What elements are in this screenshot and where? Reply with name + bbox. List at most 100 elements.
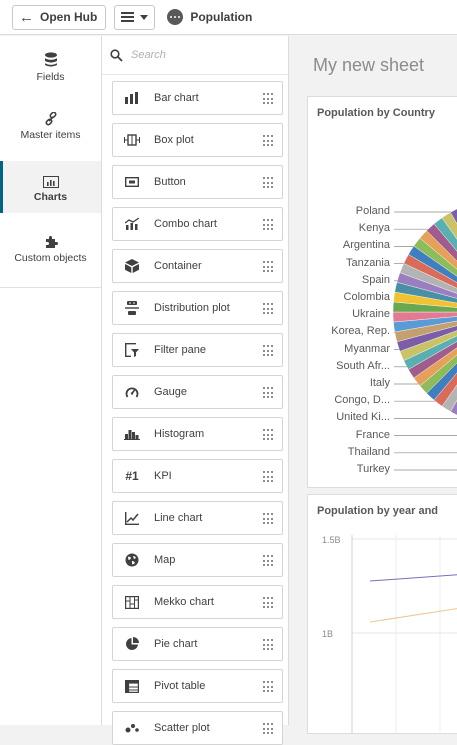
pie-chart-card[interactable]: Population by Country PolandKenyaArgenti… [307,96,457,488]
drag-handle-icon[interactable] [263,555,273,567]
chart-item-map[interactable]: Map [112,543,283,577]
chevron-down-icon [140,15,148,20]
chart-item-histogram[interactable]: Histogram [112,417,283,451]
drag-handle-icon[interactable] [263,387,273,399]
box-plot-icon [123,132,141,148]
puzzle-icon [44,229,58,249]
divider [102,74,288,75]
chart-item-mekko-chart[interactable]: Mekko chart [112,585,283,619]
chart-item-box-plot[interactable]: Box plot [112,123,283,157]
drag-handle-icon[interactable] [263,681,273,693]
chart-item-bar-chart[interactable]: Bar chart [112,81,283,115]
nav-item-master-items[interactable]: Master items [0,106,101,146]
pie-slice-label: Tanzania [346,257,390,269]
histogram-icon [123,426,141,442]
drag-handle-icon[interactable] [263,303,273,315]
pie-slice-label: Turkey [357,463,390,475]
mekko-chart-icon [123,594,141,610]
map-icon [123,552,141,568]
chart-item-kpi[interactable]: #1 KPI [112,459,283,493]
chart-item-label: Distribution plot [154,302,230,314]
chart-item-container[interactable]: Container [112,249,283,283]
drag-handle-icon[interactable] [263,597,273,609]
drag-handle-icon[interactable] [263,513,273,525]
chart-item-label: Mekko chart [154,596,214,608]
drag-handle-icon[interactable] [263,345,273,357]
hamburger-icon [121,12,134,22]
chart-item-scatter-plot[interactable]: Scatter plot [112,711,283,745]
kpi-icon: #1 [123,468,141,484]
gauge-icon [123,384,141,400]
pie-slice-label: Myanmar [344,343,390,355]
nav-label: Fields [36,71,64,83]
search-input[interactable] [131,49,271,61]
link-icon [44,106,58,126]
chart-item-label: Pie chart [154,638,197,650]
main-menu-button[interactable] [114,5,155,30]
chart-item-label: Line chart [154,512,202,524]
top-toolbar: ← Open Hub Population [0,0,457,35]
arrow-left-icon: ← [19,10,34,25]
pie-slice-label: Colombia [344,291,390,303]
chart-item-distribution-plot[interactable]: Distribution plot [112,291,283,325]
line-chart-card[interactable]: Population by year and 1.5B 1B [307,494,457,734]
pie-slice-label: Italy [370,377,390,389]
open-hub-label: Open Hub [40,10,97,24]
database-icon [44,48,58,68]
nav-label: Charts [34,191,67,203]
nav-item-charts[interactable]: Charts [0,161,101,213]
drag-handle-icon[interactable] [263,639,273,651]
drag-handle-icon[interactable] [263,177,273,189]
bar-chart-icon [123,90,141,106]
chart-item-line-chart[interactable]: Line chart [112,501,283,535]
chart-item-pivot-table[interactable]: Pivot table [112,669,283,703]
pie-slice-label: Argentina [343,239,390,251]
drag-handle-icon[interactable] [263,93,273,105]
pivot-table-icon [123,678,141,694]
chart-item-label: Bar chart [154,92,199,104]
asset-panel-nav: Fields Master items Charts Custom object… [0,36,102,725]
chart-icon [43,168,59,188]
nav-item-custom-objects[interactable]: Custom objects [0,229,101,269]
pie-chart-icon [123,636,141,652]
line-chart-icon [123,510,141,526]
sheet-title[interactable]: My new sheet [313,55,424,76]
app-icon [167,9,183,25]
app-title: Population [190,10,252,24]
pie-slice-label: France [356,429,390,441]
chart-item-label: KPI [154,470,172,482]
drag-handle-icon[interactable] [263,429,273,441]
scatter-plot-icon [123,720,141,736]
chart-item-label: Combo chart [154,218,217,230]
nav-label: Custom objects [14,252,86,264]
drag-handle-icon[interactable] [263,471,273,483]
open-hub-button[interactable]: ← Open Hub [12,5,106,30]
distribution-plot-icon [123,300,141,316]
chart-item-label: Map [154,554,175,566]
charts-panel: Bar chart Box plot Button Combo chart Co… [102,36,289,725]
pie-slice-label: Kenya [359,222,390,234]
chart-item-pie-chart[interactable]: Pie chart [112,627,283,661]
chart-item-label: Gauge [154,386,187,398]
filter-pane-icon [123,342,141,358]
drag-handle-icon[interactable] [263,135,273,147]
chart-item-label: Scatter plot [154,722,210,734]
chart-item-label: Box plot [154,134,194,146]
chart-item-filter-pane[interactable]: Filter pane [112,333,283,367]
pie-slice-label: South Afr... [336,360,390,372]
drag-handle-icon[interactable] [263,261,273,273]
pie-slice-label: Poland [356,205,390,217]
chart-item-label: Filter pane [154,344,206,356]
chart-item-combo-chart[interactable]: Combo chart [112,207,283,241]
nav-item-fields[interactable]: Fields [0,48,101,88]
line-chart [308,495,457,734]
drag-handle-icon[interactable] [263,219,273,231]
chart-item-button[interactable]: Button [112,165,283,199]
search-box[interactable] [110,44,282,66]
pie-slice-label: Korea, Rep. [331,325,390,337]
sheet-canvas: My new sheet Population by Country Polan… [290,36,457,725]
chart-item-gauge[interactable]: Gauge [112,375,283,409]
pie-slice-label: United Ki... [336,411,390,423]
combo-chart-icon [123,216,141,232]
container-icon [123,258,141,274]
